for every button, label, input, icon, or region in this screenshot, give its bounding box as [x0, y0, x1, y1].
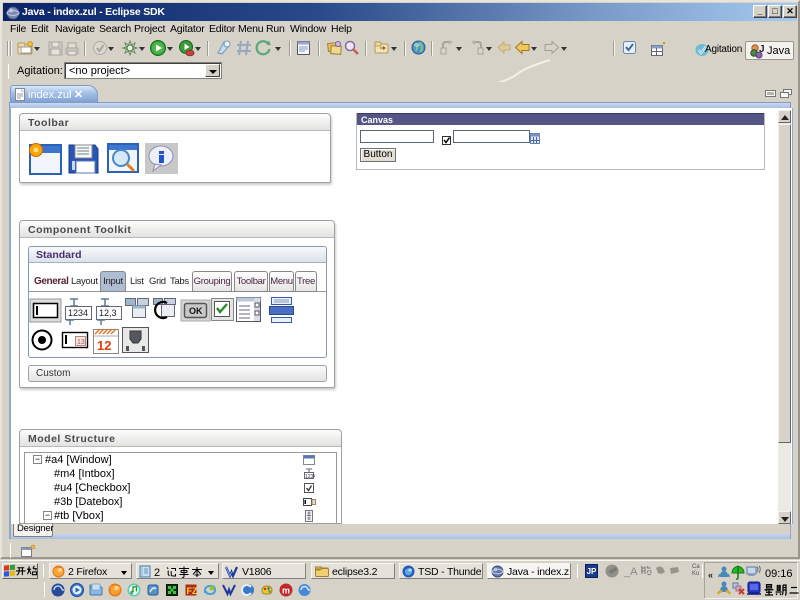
svg-text:13: 13 [77, 339, 85, 346]
svg-text:12,3: 12,3 [99, 308, 117, 318]
svg-text:1234: 1234 [305, 474, 315, 480]
svg-text:J: J [759, 44, 765, 55]
svg-text:m: m [282, 586, 290, 596]
svg-text:OK: OK [189, 306, 203, 316]
svg-text:2: 2 [154, 567, 160, 578]
svg-text:1234: 1234 [68, 308, 88, 318]
svg-text:_A: _A [623, 566, 638, 578]
svg-text:FZ: FZ [187, 586, 198, 596]
svg-text:12: 12 [97, 338, 111, 353]
